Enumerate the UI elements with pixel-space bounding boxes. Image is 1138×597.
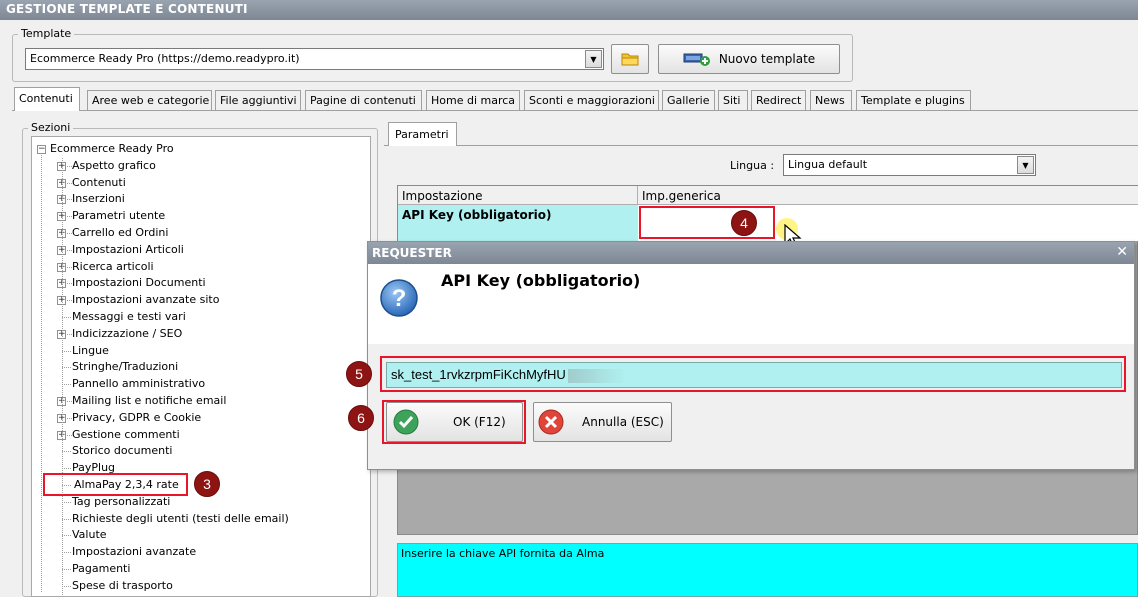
- cancel-button[interactable]: Annulla (ESC): [533, 402, 672, 442]
- new-template-icon: [683, 53, 710, 66]
- tree-branch-line: [62, 552, 71, 554]
- tree-item[interactable]: Impostazioni Documenti: [72, 275, 206, 291]
- tree-guide-line: [62, 157, 63, 595]
- marker-box-5: [380, 356, 1126, 392]
- sections-group-label: Sezioni: [28, 121, 74, 134]
- tab-news[interactable]: News: [810, 90, 852, 110]
- tree-item[interactable]: Impostazioni avanzate: [72, 544, 196, 560]
- sections-tree[interactable]: − Ecommerce Ready Pro + Aspetto grafico + Con…: [31, 136, 371, 597]
- tree-item[interactable]: Stringhe/Traduzioni: [72, 359, 178, 375]
- tree-guide-line: [41, 155, 42, 592]
- template-select[interactable]: Ecommerce Ready Pro (https://demo.readyp…: [25, 48, 604, 70]
- close-icon[interactable]: ✕: [1116, 244, 1128, 260]
- tree-item[interactable]: Carrello ed Ordini: [72, 225, 168, 241]
- tree-item[interactable]: Valute: [72, 527, 107, 543]
- chevron-down-icon[interactable]: ▼: [585, 50, 602, 68]
- language-label: Lingua :: [730, 159, 775, 172]
- step-badge-5: 5: [346, 361, 372, 387]
- tree-item[interactable]: Pannello amministrativo: [72, 376, 205, 392]
- tree-root[interactable]: Ecommerce Ready Pro: [50, 141, 174, 157]
- grid-header-generic: Imp.generica: [638, 186, 1138, 205]
- dialog-title: REQUESTER: [372, 246, 452, 260]
- step-badge-3: 3: [194, 471, 220, 497]
- new-template-label: Nuovo template: [718, 52, 816, 66]
- tab-sconti[interactable]: Sconti e maggiorazioni: [524, 90, 659, 110]
- tree-branch-line: [62, 569, 71, 570]
- grid-row-setting[interactable]: API Key (obbligatorio): [398, 205, 638, 241]
- tree-item[interactable]: Impostazioni Articoli: [72, 242, 184, 258]
- dialog-heading: API Key (obbligatorio): [441, 271, 641, 290]
- open-folder-button[interactable]: [611, 44, 649, 74]
- cancel-label: Annulla (ESC): [582, 415, 664, 429]
- tree-item[interactable]: Indicizzazione / SEO: [72, 326, 182, 342]
- tree-item[interactable]: Richieste degli utenti (testi delle emai…: [72, 511, 289, 527]
- tree-item[interactable]: Contenuti: [72, 175, 126, 191]
- tree-item[interactable]: Impostazioni avanzate sito: [72, 292, 219, 308]
- tree-branch-line: [62, 535, 71, 537]
- folder-icon: [621, 53, 639, 66]
- params-tab-line: [384, 145, 1138, 146]
- tree-item[interactable]: Inserzioni: [72, 191, 125, 207]
- tree-branch-line: [62, 585, 71, 587]
- tab-pagine-contenuti[interactable]: Pagine di contenuti: [305, 90, 422, 110]
- tree-branch-line: [62, 468, 71, 470]
- template-group-label: Template: [18, 27, 75, 40]
- language-select-value: Lingua default: [788, 158, 868, 171]
- tree-branch-line: [62, 384, 71, 386]
- question-icon: ?: [380, 279, 418, 317]
- tree-branch-line: [62, 451, 71, 453]
- tab-parametri[interactable]: Parametri: [388, 122, 457, 146]
- dialog-title-bar: REQUESTER ✕: [368, 242, 1134, 264]
- dialog-header: ? API Key (obbligatorio): [368, 264, 1134, 344]
- tree-item[interactable]: Aspetto grafico: [72, 158, 156, 174]
- step-badge-4: 4: [731, 210, 757, 236]
- cancel-icon: [538, 409, 564, 435]
- tree-item[interactable]: Storico documenti: [72, 443, 172, 459]
- grid-header-setting: Impostazione: [398, 186, 638, 205]
- tree-item[interactable]: Mailing list e notifiche email: [72, 393, 226, 409]
- tab-aree-web[interactable]: Aree web e categorie: [87, 90, 212, 110]
- tree-collapse-icon[interactable]: −: [37, 145, 46, 154]
- tree-branch-line: [62, 350, 71, 352]
- help-text-panel: Inserire la chiave API fornita da Alma: [397, 543, 1138, 597]
- tree-branch-line: [62, 501, 71, 503]
- tree-item[interactable]: Privacy, GDPR e Cookie: [72, 410, 201, 426]
- tree-item[interactable]: Pagamenti: [72, 561, 130, 577]
- tab-gallerie[interactable]: Gallerie: [662, 90, 715, 110]
- tab-file-aggiuntivi[interactable]: File aggiuntivi: [215, 90, 301, 110]
- tree-item[interactable]: Spese di trasporto: [72, 578, 173, 594]
- new-template-button[interactable]: Nuovo template: [658, 44, 840, 74]
- tree-item[interactable]: Parametri utente: [72, 208, 165, 224]
- tab-contenuti[interactable]: Contenuti: [14, 87, 80, 111]
- marker-box-6: [382, 400, 526, 444]
- step-badge-6: 6: [348, 405, 374, 431]
- tree-branch-line: [62, 317, 71, 318]
- tree-branch-line: [62, 518, 71, 520]
- tree-branch-line: [62, 367, 71, 369]
- tab-template-plugins[interactable]: Template e plugins: [856, 90, 971, 110]
- tree-item[interactable]: Messaggi e testi vari: [72, 309, 186, 325]
- tab-redirect[interactable]: Redirect: [751, 90, 806, 110]
- svg-text:?: ?: [392, 285, 407, 312]
- chevron-down-icon[interactable]: ▼: [1017, 156, 1034, 174]
- tab-siti[interactable]: Siti: [718, 90, 748, 110]
- language-select[interactable]: Lingua default ▼: [783, 154, 1036, 176]
- marker-box-3: [43, 473, 188, 496]
- tree-item[interactable]: Tag personalizzati: [72, 494, 170, 510]
- tree-item[interactable]: Ricerca articoli: [72, 259, 154, 275]
- template-select-value: Ecommerce Ready Pro (https://demo.readyp…: [30, 52, 300, 65]
- tree-item[interactable]: Lingue: [72, 343, 109, 359]
- tree-item[interactable]: Gestione commenti: [72, 427, 180, 443]
- window-title: GESTIONE TEMPLATE E CONTENUTI: [0, 0, 1138, 20]
- tab-home-marca[interactable]: Home di marca: [426, 90, 520, 110]
